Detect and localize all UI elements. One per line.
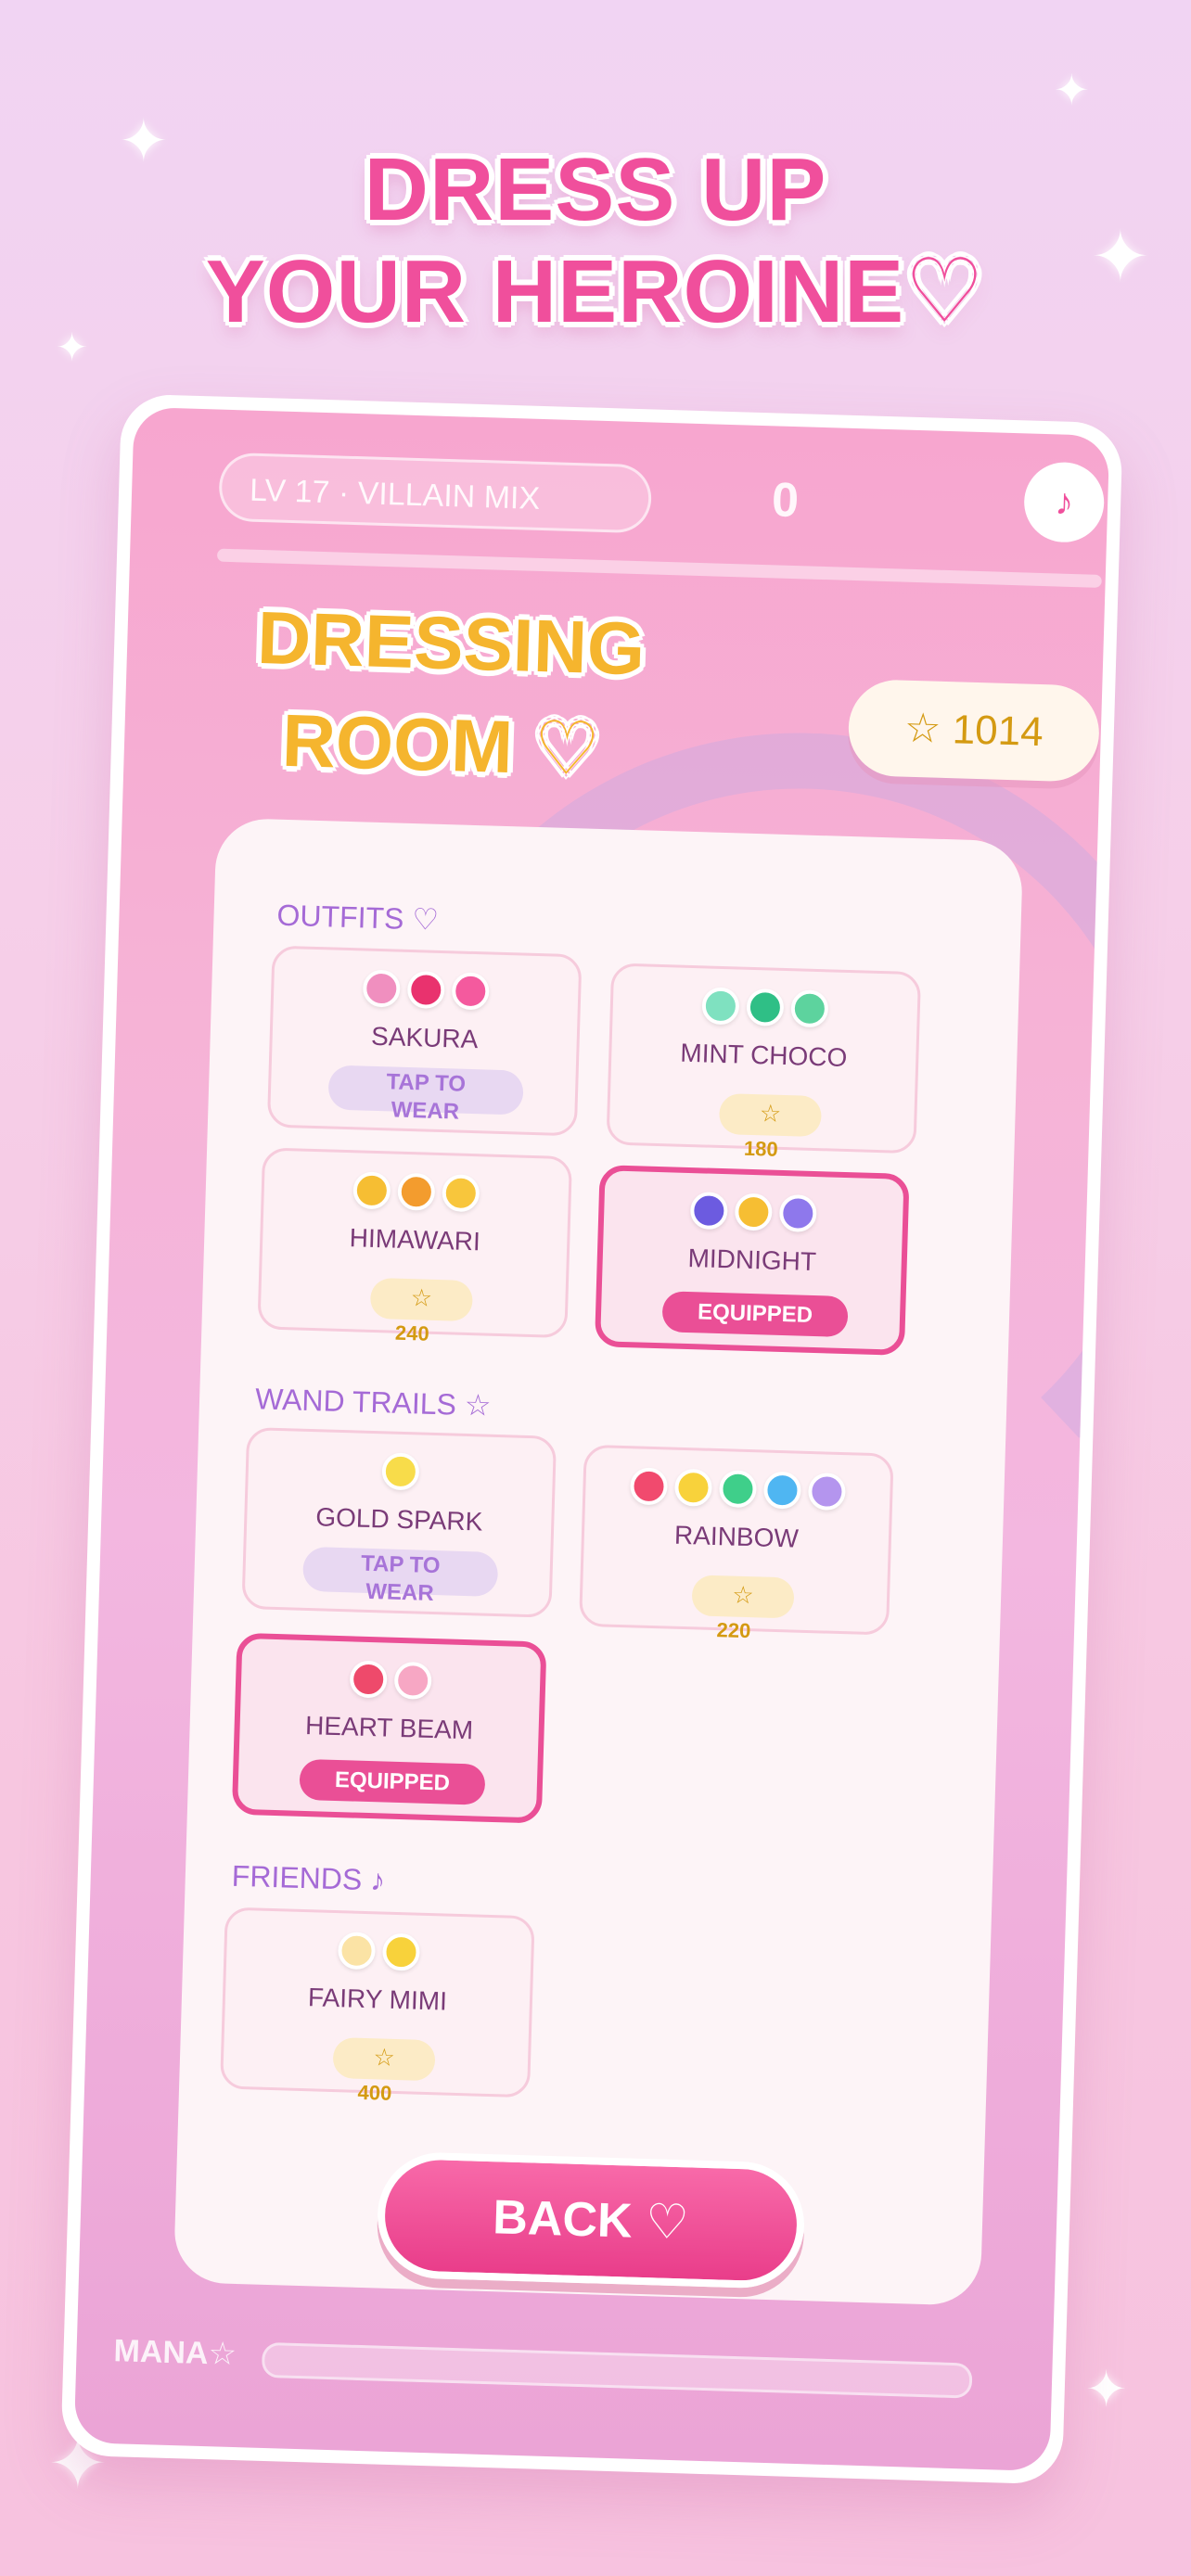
color-dot	[397, 1172, 436, 1211]
color-dot	[381, 1452, 420, 1491]
headline-line1: DRESS UP	[364, 140, 827, 239]
color-swatches	[585, 1466, 890, 1511]
star-icon: ☆	[373, 2043, 396, 2072]
price-tag[interactable]: ☆	[369, 1277, 474, 1322]
equipped-badge: EQUIPPED	[661, 1291, 849, 1338]
outfit-card-sakura[interactable]: SAKURA TAP TO WEAR	[266, 945, 583, 1137]
outfit-card-mint-choco[interactable]: MINT CHOCO ☆ 180	[606, 963, 922, 1161]
tap-label-line2: WEAR	[391, 1097, 460, 1125]
outfit-card-midnight[interactable]: MIDNIGHT EQUIPPED	[594, 1165, 910, 1356]
color-swatches	[241, 1657, 541, 1700]
color-dot	[673, 1468, 713, 1507]
price-value: 220	[716, 1618, 751, 1643]
color-swatches	[274, 967, 579, 1011]
music-note-icon: ♪	[1054, 481, 1074, 523]
room-title-line2: ROOM ♡	[280, 698, 602, 791]
wardrobe-panel: OUTFITS ♡ SAKURA TAP TO WEAR MINT CHOCO …	[173, 817, 1024, 2306]
star-icon: ☆	[731, 1580, 755, 1610]
wand-card-rainbow[interactable]: RAINBOW ☆ 220	[579, 1444, 894, 1642]
mana-bar	[261, 2341, 973, 2399]
price-tag[interactable]: ☆	[691, 1575, 795, 1619]
section-title-outfits: OUTFITS ♡	[276, 898, 440, 937]
color-dot	[762, 1471, 802, 1510]
music-toggle-button[interactable]: ♪	[1022, 461, 1106, 543]
card-name: GOLD SPARK	[314, 1502, 483, 1537]
color-dot	[734, 1192, 773, 1231]
color-dot	[393, 1661, 432, 1700]
back-button[interactable]: BACK ♡	[376, 2150, 806, 2290]
color-dot	[629, 1467, 669, 1506]
price-tag[interactable]: ☆	[332, 2037, 436, 2082]
color-dot	[451, 972, 490, 1011]
dressing-room-title: DRESSING ROOM ♡	[253, 587, 647, 802]
equipped-badge: EQUIPPED	[299, 1758, 486, 1805]
headline-line2: YOUR HEROINE♡	[205, 242, 986, 341]
tap-to-wear-button[interactable]: TAP TO WEAR	[327, 1065, 524, 1125]
wand-card-heart-beam[interactable]: HEART BEAM EQUIPPED	[231, 1632, 547, 1824]
wand-card-gold-spark[interactable]: GOLD SPARK TAP TO WEAR	[241, 1426, 557, 1618]
color-dot	[442, 1174, 480, 1213]
color-swatches	[263, 1168, 569, 1213]
price-tag[interactable]: ☆	[718, 1092, 823, 1138]
score-counter: 0	[771, 473, 800, 529]
color-dot	[718, 1470, 758, 1509]
card-name: HEART BEAM	[304, 1710, 474, 1745]
card-name: SAKURA	[370, 1021, 479, 1054]
price-value: 400	[357, 2080, 392, 2105]
color-swatches	[612, 984, 917, 1028]
section-title-friends: FRIENDS ♪	[231, 1858, 386, 1897]
level-indicator: LV 17 · VILLAIN MIX	[218, 452, 653, 534]
color-dot	[701, 987, 740, 1026]
color-swatches	[604, 1189, 903, 1233]
color-swatches	[226, 1929, 531, 1971]
card-name: MINT CHOCO	[679, 1038, 848, 1072]
card-name: MIDNIGHT	[687, 1243, 817, 1277]
star-icon: ☆	[759, 1099, 782, 1128]
sparkle-icon: ✦	[1085, 2362, 1128, 2417]
tap-label-line2: WEAR	[365, 1578, 435, 1607]
color-swatches	[248, 1448, 553, 1491]
sparkle-icon: ✦	[1054, 66, 1090, 114]
card-name: FAIRY MIMI	[307, 1983, 448, 2016]
mana-logo: MANA☆	[113, 2333, 237, 2373]
price-value: 180	[743, 1136, 779, 1161]
card-name: RAINBOW	[673, 1520, 800, 1553]
room-title-line1: DRESSING	[256, 595, 647, 691]
star-balance: ☆ 1014	[847, 678, 1101, 783]
game-screen: LV 17 · VILLAIN MIX 0 ♪ DRESSING ROOM ♡ …	[73, 406, 1110, 2472]
top-progress-bar	[216, 548, 1102, 588]
color-dot	[689, 1192, 728, 1231]
star-icon: ☆	[410, 1283, 433, 1312]
card-name: HIMAWARI	[349, 1223, 481, 1256]
color-dot	[362, 969, 401, 1008]
price-value: 240	[394, 1320, 430, 1345]
color-dot	[790, 989, 829, 1028]
friend-card-fairy-mimi[interactable]: FAIRY MIMI ☆ 400	[220, 1906, 535, 2105]
promo-headline: DRESS UP YOUR HEROINE♡	[0, 139, 1191, 343]
color-dot	[807, 1472, 847, 1511]
color-dot	[778, 1193, 817, 1233]
phone-frame: LV 17 · VILLAIN MIX 0 ♪ DRESSING ROOM ♡ …	[60, 393, 1123, 2485]
color-dot	[381, 1932, 421, 1971]
tap-to-wear-button[interactable]: TAP TO WEAR	[302, 1546, 499, 1606]
color-dot	[406, 970, 445, 1010]
color-dot	[337, 1932, 377, 1970]
color-dot	[746, 988, 785, 1027]
section-title-wand-trails: WAND TRAILS ☆	[254, 1382, 493, 1422]
color-dot	[349, 1660, 388, 1699]
color-dot	[352, 1171, 391, 1210]
outfit-card-himawari[interactable]: HIMAWARI ☆ 240	[257, 1147, 573, 1345]
